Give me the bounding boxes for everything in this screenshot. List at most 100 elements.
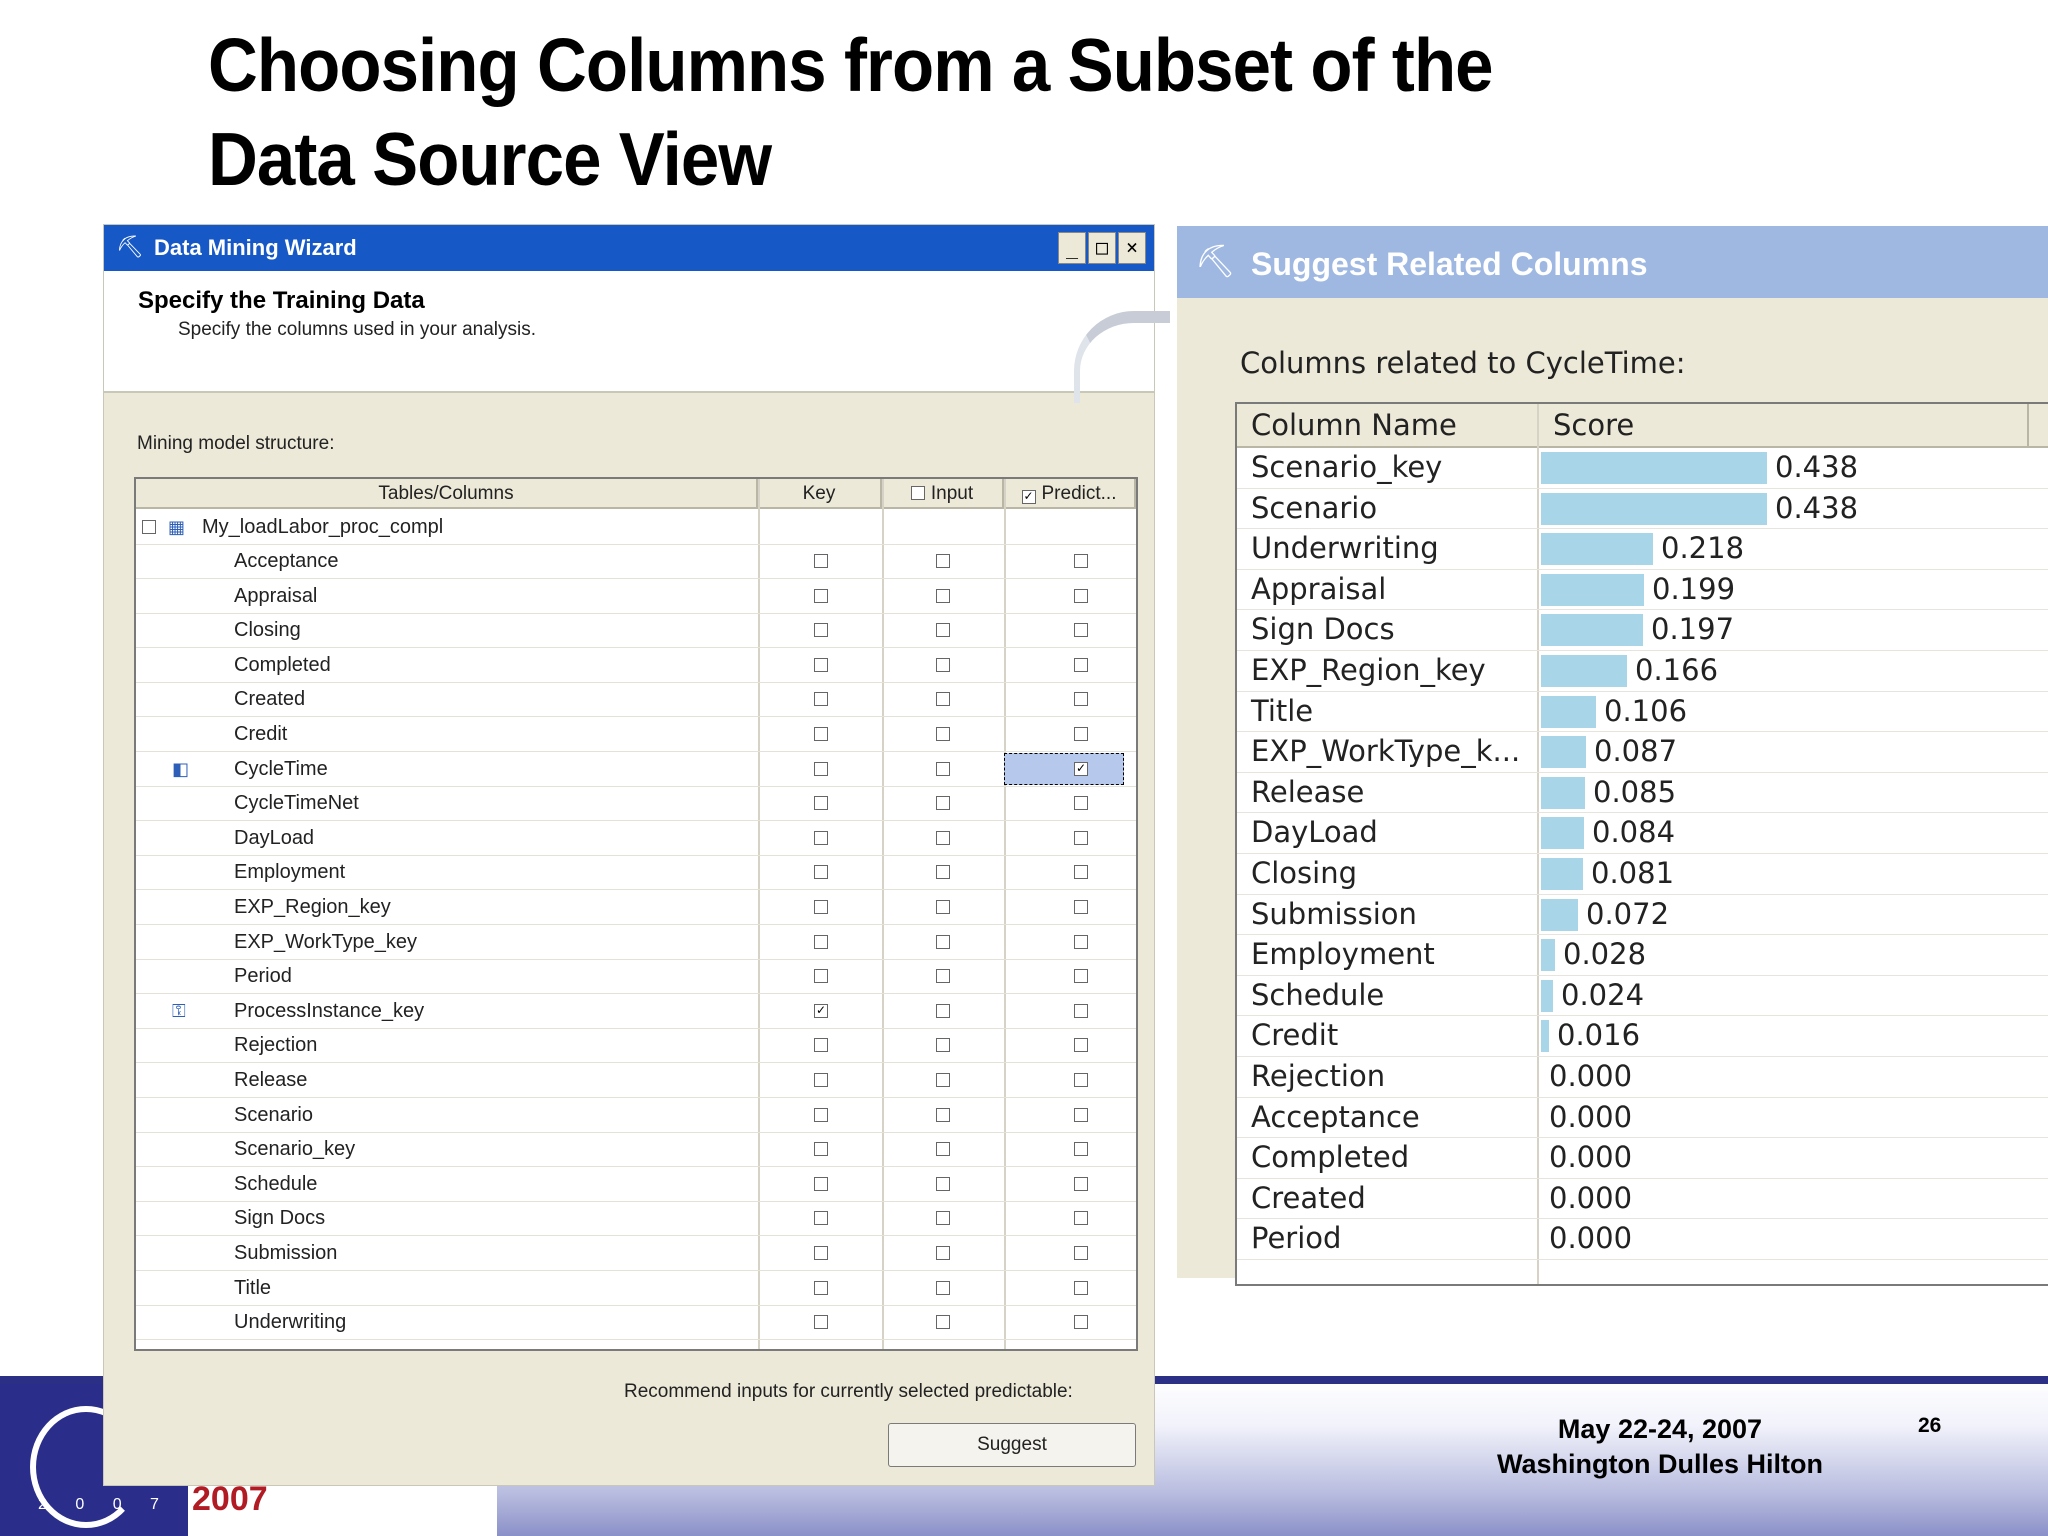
table-row[interactable]: Rejection: [136, 1029, 1136, 1064]
input-checkbox[interactable]: [936, 1211, 950, 1226]
table-row[interactable]: ⚿ ProcessInstance_key ✓: [136, 995, 1136, 1029]
table-row[interactable]: Title: [136, 1272, 1136, 1306]
predict-checkbox[interactable]: [1074, 796, 1088, 811]
column-header-tables[interactable]: Tables/Columns: [136, 479, 758, 509]
input-checkbox[interactable]: [936, 623, 950, 638]
key-checkbox[interactable]: [814, 830, 828, 845]
predict-checkbox[interactable]: [1074, 1038, 1088, 1053]
column-header-predict[interactable]: ✓ Predict...: [1004, 479, 1136, 509]
column-header-key[interactable]: Key: [758, 479, 882, 509]
related-row[interactable]: Completed 0.000: [1237, 1138, 2048, 1179]
key-checkbox[interactable]: [814, 727, 828, 741]
predict-checkbox[interactable]: [1074, 692, 1088, 707]
key-checkbox[interactable]: [814, 1107, 828, 1122]
input-checkbox[interactable]: [936, 1107, 950, 1122]
input-checkbox[interactable]: [936, 830, 950, 845]
input-checkbox[interactable]: [936, 1142, 950, 1157]
minimize-button[interactable]: _: [1058, 232, 1086, 264]
related-row[interactable]: Employment 0.028: [1237, 935, 2048, 976]
key-checkbox[interactable]: [814, 900, 828, 914]
predict-checkbox[interactable]: [1074, 1073, 1088, 1087]
input-checkbox[interactable]: [936, 796, 950, 811]
predict-checkbox[interactable]: [1074, 830, 1088, 845]
predict-checkbox[interactable]: [1074, 554, 1088, 568]
column-header-input[interactable]: Input: [882, 479, 1004, 509]
table-row[interactable]: Underwriting: [136, 1306, 1136, 1341]
predict-all-checkbox[interactable]: ✓: [1021, 490, 1036, 504]
related-row[interactable]: Appraisal 0.199: [1237, 570, 2048, 611]
input-checkbox[interactable]: [936, 761, 950, 776]
predict-checkbox[interactable]: [1074, 1315, 1088, 1330]
predict-checkbox[interactable]: [1074, 623, 1088, 638]
table-row[interactable]: Scenario_key: [136, 1133, 1136, 1168]
suggest-button[interactable]: Suggest: [888, 1423, 1136, 1467]
input-all-checkbox[interactable]: [910, 486, 925, 500]
table-row[interactable]: Period: [136, 960, 1136, 995]
related-row[interactable]: EXP_WorkType_k... 0.087: [1237, 732, 2048, 773]
key-checkbox[interactable]: [814, 796, 828, 811]
input-checkbox[interactable]: [936, 1280, 950, 1295]
table-row[interactable]: Schedule: [136, 1168, 1136, 1202]
related-row[interactable]: Credit 0.016: [1237, 1016, 2048, 1057]
suggest-titlebar[interactable]: ⛏ Suggest Related Columns: [1177, 226, 2048, 298]
predict-checkbox[interactable]: [1074, 865, 1088, 880]
table-row[interactable]: Completed: [136, 649, 1136, 683]
wizard-titlebar[interactable]: ⛏ Data Mining Wizard _ □ ×: [104, 225, 1154, 271]
table-row[interactable]: Credit: [136, 718, 1136, 752]
predict-checkbox[interactable]: [1074, 727, 1088, 741]
related-row[interactable]: Acceptance 0.000: [1237, 1098, 2048, 1139]
input-checkbox[interactable]: [936, 969, 950, 984]
table-row[interactable]: Acceptance: [136, 545, 1136, 579]
table-row[interactable]: Appraisal: [136, 580, 1136, 614]
predict-checkbox[interactable]: [1074, 1003, 1088, 1018]
key-checkbox[interactable]: [814, 1315, 828, 1330]
predict-checkbox[interactable]: ✓: [1074, 761, 1088, 776]
related-row[interactable]: Period 0.000: [1237, 1219, 2048, 1260]
related-row[interactable]: Scenario 0.438: [1237, 489, 2048, 530]
related-row[interactable]: EXP_Region_key 0.166: [1237, 651, 2048, 692]
predict-checkbox[interactable]: [1074, 1142, 1088, 1157]
related-row[interactable]: Closing 0.081: [1237, 854, 2048, 895]
key-checkbox[interactable]: [814, 692, 828, 707]
key-checkbox[interactable]: [814, 1246, 828, 1260]
input-checkbox[interactable]: [936, 727, 950, 741]
key-checkbox[interactable]: [814, 865, 828, 880]
predict-checkbox[interactable]: [1074, 588, 1088, 603]
table-root-row[interactable]: ▦ My_loadLabor_proc_compl: [136, 511, 1136, 545]
key-checkbox[interactable]: ✓: [814, 1003, 828, 1018]
key-checkbox[interactable]: [814, 1038, 828, 1053]
input-checkbox[interactable]: [936, 1246, 950, 1260]
key-checkbox[interactable]: [814, 554, 828, 568]
input-checkbox[interactable]: [936, 657, 950, 672]
input-checkbox[interactable]: [936, 1038, 950, 1053]
predict-checkbox[interactable]: [1074, 1280, 1088, 1295]
input-checkbox[interactable]: [936, 1176, 950, 1191]
predict-checkbox[interactable]: [1074, 934, 1088, 949]
predict-checkbox[interactable]: [1074, 657, 1088, 672]
predict-checkbox[interactable]: [1074, 1211, 1088, 1226]
table-row[interactable]: Scenario: [136, 1099, 1136, 1133]
predict-checkbox[interactable]: [1074, 969, 1088, 984]
table-root-checkbox[interactable]: [142, 520, 156, 534]
input-checkbox[interactable]: [936, 692, 950, 707]
key-checkbox[interactable]: [814, 623, 828, 638]
related-row[interactable]: Schedule 0.024: [1237, 976, 2048, 1017]
key-checkbox[interactable]: [814, 1280, 828, 1295]
input-checkbox[interactable]: [936, 1003, 950, 1018]
related-row[interactable]: Title 0.106: [1237, 692, 2048, 733]
related-row[interactable]: DayLoad 0.084: [1237, 813, 2048, 854]
column-header-name[interactable]: Column Name: [1237, 404, 1539, 448]
related-row[interactable]: Underwriting 0.218: [1237, 529, 2048, 570]
predict-checkbox[interactable]: [1074, 1176, 1088, 1191]
related-row[interactable]: Release 0.085: [1237, 773, 2048, 814]
input-checkbox[interactable]: [936, 900, 950, 914]
related-row[interactable]: Submission 0.072: [1237, 895, 2048, 936]
key-checkbox[interactable]: [814, 1142, 828, 1157]
predict-checkbox[interactable]: [1074, 1107, 1088, 1122]
column-header-extra[interactable]: [2029, 404, 2048, 448]
table-row[interactable]: Employment: [136, 856, 1136, 891]
input-checkbox[interactable]: [936, 934, 950, 949]
key-checkbox[interactable]: [814, 934, 828, 949]
key-checkbox[interactable]: [814, 761, 828, 776]
related-row[interactable]: Created 0.000: [1237, 1179, 2048, 1220]
